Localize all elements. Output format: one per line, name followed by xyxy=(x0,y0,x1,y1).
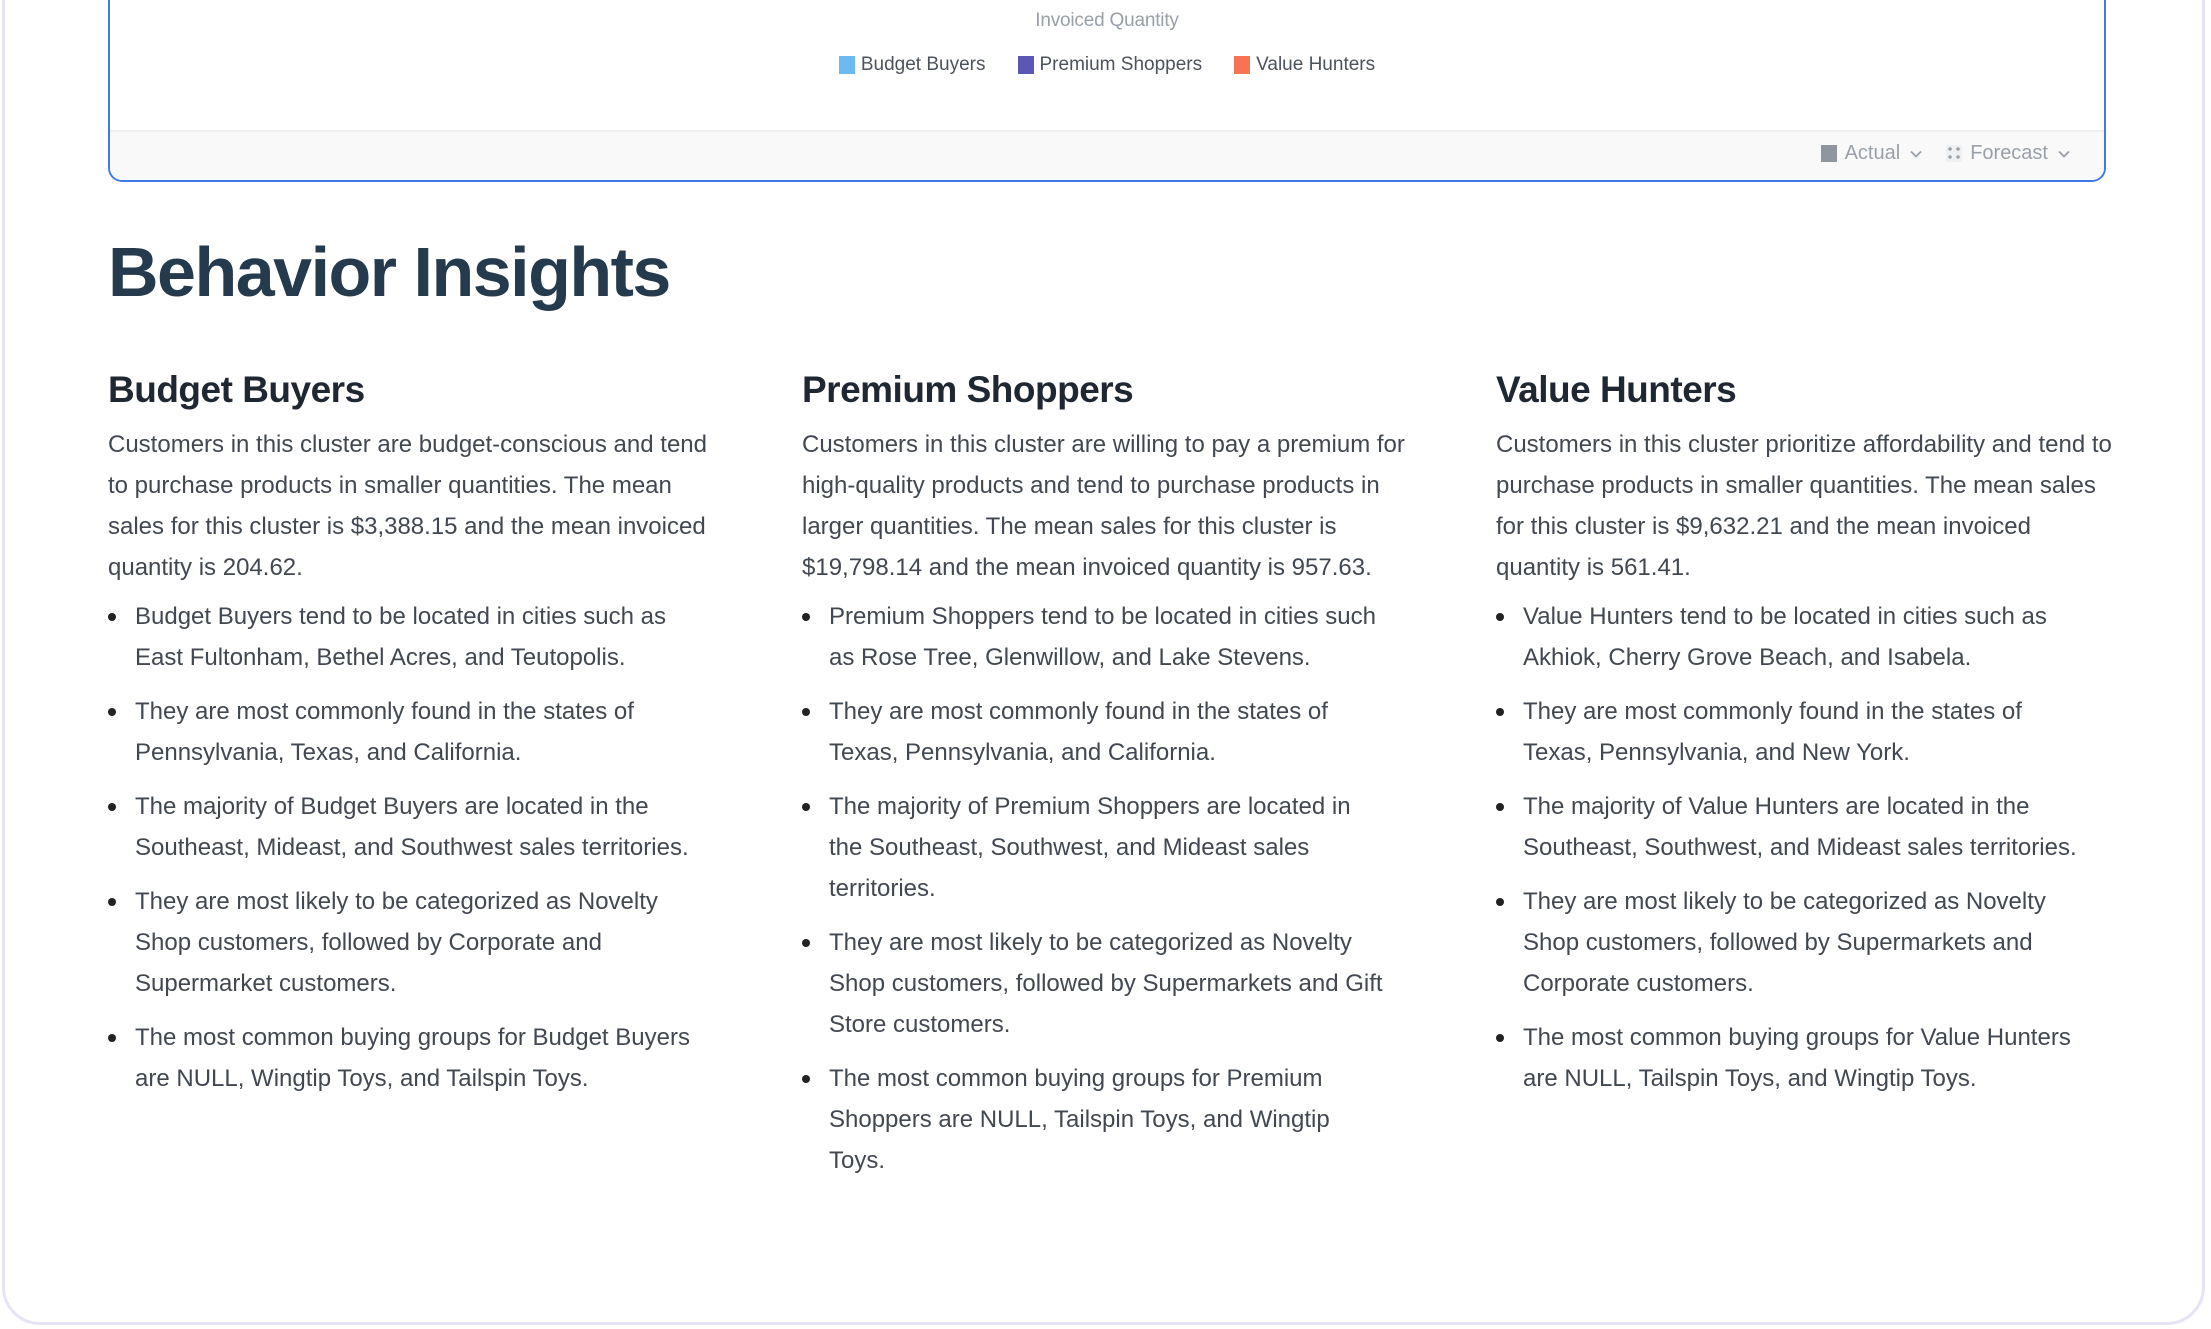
cluster-summary: Customers in this cluster are budget-con… xyxy=(108,431,707,581)
legend-swatch xyxy=(838,56,855,74)
legend-label: Value Hunters xyxy=(1256,54,1376,75)
legend-label: Premium Shoppers xyxy=(1039,54,1203,75)
list-item: They are most commonly found in the stat… xyxy=(108,691,695,773)
actual-label: Actual xyxy=(1844,142,1901,164)
list-item: They are most likely to be categorized a… xyxy=(1496,881,2083,1004)
list-item: The most common buying groups for Premiu… xyxy=(802,1058,1389,1181)
cluster-bullets: Value Hunters tend to be located in citi… xyxy=(1496,596,2116,1099)
chevron-down-icon xyxy=(2058,150,2070,158)
chart-card: Invoiced Quantity Budget Buyers Premium … xyxy=(108,0,2106,182)
actual-dropdown[interactable]: Actual xyxy=(1820,142,1925,165)
list-item: Budget Buyers tend to be located in citi… xyxy=(108,596,695,678)
page-title: Behavior Insights xyxy=(108,233,671,311)
list-item: The majority of Budget Buyers are locate… xyxy=(108,786,695,868)
cluster-heading: Premium Shoppers xyxy=(802,369,1134,410)
cluster-bullets: Budget Buyers tend to be located in citi… xyxy=(108,596,728,1099)
list-item: The most common buying groups for Value … xyxy=(1496,1017,2083,1099)
list-item: The majority of Value Hunters are locate… xyxy=(1496,786,2083,868)
legend-item-premium-shoppers[interactable]: Premium Shoppers xyxy=(1017,54,1203,76)
cluster-summary: Customers in this cluster prioritize aff… xyxy=(1496,431,2112,581)
cluster-summary: Customers in this cluster are willing to… xyxy=(802,431,1405,581)
list-item: Premium Shoppers tend to be located in c… xyxy=(802,596,1389,678)
list-item: They are most commonly found in the stat… xyxy=(802,691,1389,773)
cluster-value-hunters: Value Hunters Customers in this cluster … xyxy=(1496,364,2116,1112)
list-item: The majority of Premium Shoppers are loc… xyxy=(802,786,1389,909)
cluster-bullets: Premium Shoppers tend to be located in c… xyxy=(802,596,1422,1181)
list-item: They are most likely to be categorized a… xyxy=(108,881,695,1004)
list-item: The most common buying groups for Budget… xyxy=(108,1017,695,1099)
forecast-label: Forecast xyxy=(1970,142,2048,164)
legend-swatch xyxy=(1234,56,1251,74)
list-item: They are most commonly found in the stat… xyxy=(1496,691,2083,773)
cluster-heading: Budget Buyers xyxy=(108,369,365,410)
chevron-down-icon xyxy=(1910,150,1922,158)
legend-label: Budget Buyers xyxy=(860,54,986,75)
list-item: They are most likely to be categorized a… xyxy=(802,922,1389,1045)
legend-swatch xyxy=(1017,56,1034,74)
chart-axis-title: Invoiced Quantity xyxy=(1035,10,1179,31)
legend-item-budget-buyers[interactable]: Budget Buyers xyxy=(838,54,986,76)
chart-footer: Actual Forecast xyxy=(110,130,2104,180)
cluster-heading: Value Hunters xyxy=(1496,369,1737,410)
chart-legend: Budget Buyers Premium Shoppers Value Hun… xyxy=(110,54,2104,76)
actual-swatch-icon xyxy=(1820,145,1837,162)
forecast-dropdown[interactable]: Forecast xyxy=(1946,142,2072,165)
list-item: Value Hunters tend to be located in citi… xyxy=(1496,596,2083,678)
cluster-budget-buyers: Budget Buyers Customers in this cluster … xyxy=(108,364,728,1112)
forecast-swatch-icon xyxy=(1946,145,1963,162)
legend-item-value-hunters[interactable]: Value Hunters xyxy=(1234,54,1375,76)
cluster-premium-shoppers: Premium Shoppers Customers in this clust… xyxy=(802,364,1422,1194)
